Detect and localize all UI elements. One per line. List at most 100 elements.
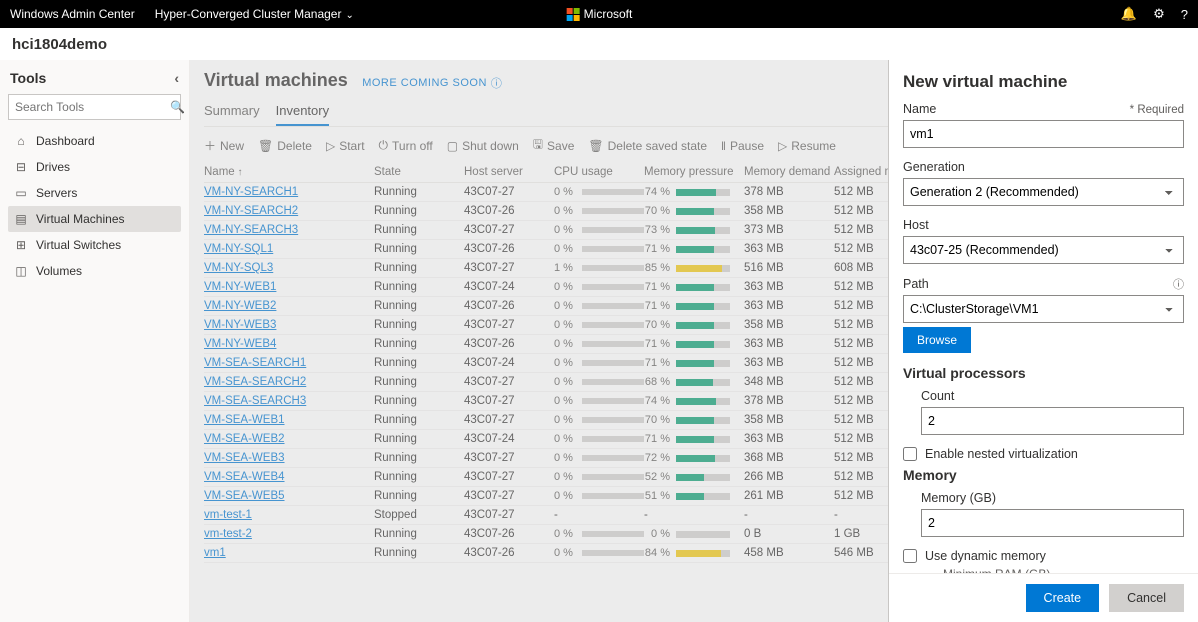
cmd-shut-down[interactable]: ▢Shut down <box>447 139 519 153</box>
sidebar-item-dashboard[interactable]: ⌂Dashboard <box>8 128 181 154</box>
host-label: Host <box>903 218 1184 232</box>
tab-summary[interactable]: Summary <box>204 99 260 126</box>
vm-host: 43C07-26 <box>464 528 554 540</box>
vm-memdemand: 378 MB <box>744 395 834 407</box>
vm-memdemand: 363 MB <box>744 433 834 445</box>
create-button[interactable]: Create <box>1026 584 1100 612</box>
vm-link[interactable]: VM-SEA-WEB5 <box>204 490 374 502</box>
nav-icon: ▭ <box>14 186 28 200</box>
generation-select[interactable]: Generation 2 (Recommended) <box>903 178 1184 206</box>
nav-icon: ⌂ <box>14 134 28 148</box>
cmd-delete-saved-state[interactable]: 🗑Delete saved state <box>588 139 707 153</box>
vm-cpu: 0 % <box>554 376 644 388</box>
cmd-icon: ＋ <box>204 137 216 154</box>
vproc-count-input[interactable] <box>921 407 1184 435</box>
more-coming-link[interactable]: MORE COMING SOON ⓘ <box>362 75 502 91</box>
sidebar-item-drives[interactable]: ⊟ Drives <box>8 154 181 180</box>
vm-cpu: 0 % <box>554 243 644 255</box>
help-icon[interactable]: ? <box>1181 7 1188 22</box>
vm-link[interactable]: VM-NY-SEARCH1 <box>204 186 374 198</box>
vm-link[interactable]: VM-SEA-WEB1 <box>204 414 374 426</box>
cmd-icon: ▷ <box>326 139 335 153</box>
col-state[interactable]: State <box>374 166 464 178</box>
vm-host: 43C07-27 <box>464 490 554 502</box>
vm-mempress: 71 % <box>644 338 744 350</box>
vm-cpu: 0 % <box>554 528 644 540</box>
vm-mempress: - <box>644 509 744 521</box>
col-cpu[interactable]: CPU usage <box>554 166 644 178</box>
col-host[interactable]: Host server <box>464 166 554 178</box>
nav-icon: ◫ <box>14 264 28 278</box>
host-select[interactable]: 43c07-25 (Recommended) <box>903 236 1184 264</box>
vm-link[interactable]: VM-NY-SQL1 <box>204 243 374 255</box>
vm-host: 43C07-24 <box>464 433 554 445</box>
tab-inventory[interactable]: Inventory <box>276 99 329 126</box>
info-icon[interactable]: ⓘ <box>1173 276 1184 292</box>
nav-icon: ⊟ <box>14 160 28 174</box>
vm-link[interactable]: VM-NY-SQL3 <box>204 262 374 274</box>
memory-gb-label: Memory (GB) <box>921 491 1184 505</box>
cmd-delete[interactable]: 🗑Delete <box>258 139 312 153</box>
col-memdemand[interactable]: Memory demand <box>744 166 834 178</box>
vm-link[interactable]: VM-NY-SEARCH2 <box>204 205 374 217</box>
col-mempress[interactable]: Memory pressure <box>644 166 744 178</box>
vm-link[interactable]: vm-test-1 <box>204 509 374 521</box>
sidebar-item-servers[interactable]: ▭Servers <box>8 180 181 206</box>
vm-memdemand: 358 MB <box>744 205 834 217</box>
ms-brand: Microsoft <box>566 7 633 21</box>
vm-host: 43C07-27 <box>464 319 554 331</box>
vm-link[interactable]: VM-NY-WEB1 <box>204 281 374 293</box>
vm-link[interactable]: VM-SEA-WEB3 <box>204 452 374 464</box>
cancel-button[interactable]: Cancel <box>1109 584 1184 612</box>
browse-button[interactable]: Browse <box>903 327 971 353</box>
memory-gb-input[interactable] <box>921 509 1184 537</box>
vm-link[interactable]: VM-NY-WEB3 <box>204 319 374 331</box>
vm-link[interactable]: VM-NY-SEARCH3 <box>204 224 374 236</box>
sidebar-item-virtual-switches[interactable]: ⊞Virtual Switches <box>8 232 181 258</box>
tools-nav: ⌂Dashboard ⊟ Drives ▭Servers▤Virtual Machin… <box>8 128 181 284</box>
sidebar-item-label: Virtual Machines <box>36 212 125 226</box>
notifications-icon[interactable]: 🔔 <box>1121 6 1137 22</box>
sidebar-item-virtual-machines[interactable]: ▤Virtual Machines <box>8 206 181 232</box>
vm-link[interactable]: VM-SEA-SEARCH3 <box>204 395 374 407</box>
chevron-down-icon: ⌄ <box>345 10 353 21</box>
vm-state: Running <box>374 433 464 445</box>
dynamic-memory-input[interactable] <box>903 549 917 563</box>
tools-search-input[interactable] <box>15 100 170 114</box>
vm-link[interactable]: VM-SEA-WEB4 <box>204 471 374 483</box>
vm-link[interactable]: VM-NY-WEB4 <box>204 338 374 350</box>
vm-cpu: 0 % <box>554 281 644 293</box>
vm-state: Running <box>374 262 464 274</box>
vm-name-input[interactable] <box>903 120 1184 148</box>
vm-link[interactable]: VM-SEA-SEARCH1 <box>204 357 374 369</box>
nested-virt-input[interactable] <box>903 447 917 461</box>
vm-link[interactable]: VM-SEA-SEARCH2 <box>204 376 374 388</box>
vm-cpu: 0 % <box>554 414 644 426</box>
vm-link[interactable]: VM-NY-WEB2 <box>204 300 374 312</box>
cmd-start[interactable]: ▷Start <box>326 139 365 153</box>
app-name[interactable]: Windows Admin Center <box>10 7 135 21</box>
cmd-resume[interactable]: ▷Resume <box>778 139 836 153</box>
context-picker[interactable]: Hyper-Converged Cluster Manager⌄ <box>155 7 354 21</box>
cmd-turn-off[interactable]: ⏻Turn off <box>379 138 433 153</box>
settings-icon[interactable]: ⚙ <box>1153 6 1165 22</box>
panel-title: New virtual machine <box>903 72 1184 92</box>
vm-state: Running <box>374 224 464 236</box>
vm-memdemand: 516 MB <box>744 262 834 274</box>
col-name[interactable]: Name <box>204 166 374 178</box>
path-select[interactable]: C:\ClusterStorage\VM1 <box>903 295 1184 323</box>
cmd-pause[interactable]: ‖Pause <box>721 139 764 153</box>
cmd-new[interactable]: ＋New <box>204 137 244 154</box>
vm-link[interactable]: VM-SEA-WEB2 <box>204 433 374 445</box>
vm-state: Running <box>374 281 464 293</box>
sidebar-item-volumes[interactable]: ◫Volumes <box>8 258 181 284</box>
vm-mempress: 71 % <box>644 433 744 445</box>
collapse-sidebar-icon[interactable]: ‹ <box>174 70 179 86</box>
tools-search[interactable]: 🔍 <box>8 94 181 120</box>
cmd-save[interactable]: 🖫Save <box>533 135 575 156</box>
vm-link[interactable]: vm-test-2 <box>204 528 374 540</box>
sidebar-item-label: Drives <box>36 160 70 174</box>
vm-link[interactable]: vm1 <box>204 547 374 559</box>
nested-virt-checkbox[interactable]: Enable nested virtualization <box>903 447 1184 461</box>
dynamic-memory-checkbox[interactable]: Use dynamic memory <box>903 549 1184 563</box>
